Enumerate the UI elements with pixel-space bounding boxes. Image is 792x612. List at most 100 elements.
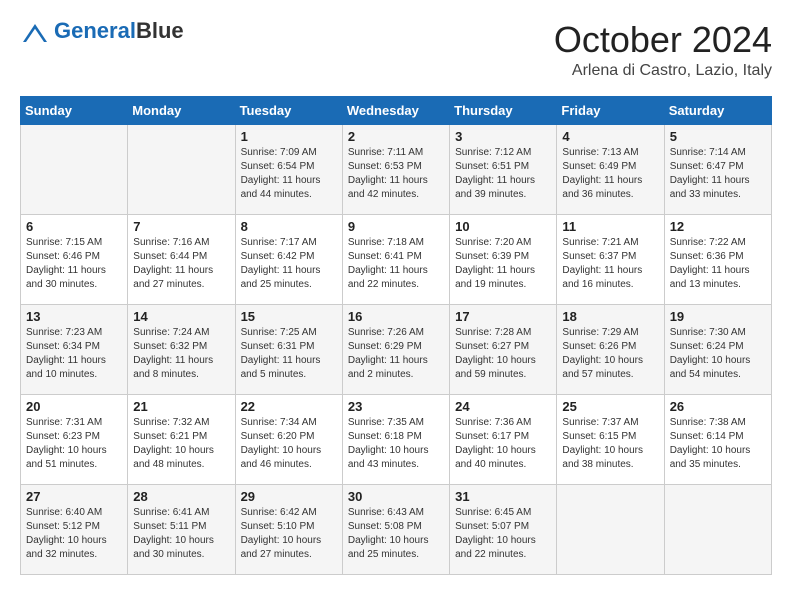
day-info: Sunrise: 7:15 AM Sunset: 6:46 PM Dayligh… [26, 236, 122, 292]
page-header: GeneralBlue October 2024 Arlena di Castr… [20, 20, 772, 80]
week-row-1: 1 Sunrise: 7:09 AM Sunset: 6:54 PM Daylig… [21, 124, 772, 214]
day-number: 28 [133, 489, 229, 504]
day-cell: 26 Sunrise: 7:38 AM Sunset: 6:14 PM Dayli… [664, 394, 771, 484]
day-cell: 4 Sunrise: 7:13 AM Sunset: 6:49 PM Daylig… [557, 124, 664, 214]
day-cell: 30 Sunrise: 6:43 AM Sunset: 5:08 PM Dayli… [342, 484, 449, 574]
day-info: Sunrise: 7:20 AM Sunset: 6:39 PM Dayligh… [455, 236, 551, 292]
week-row-5: 27 Sunrise: 6:40 AM Sunset: 5:12 PM Dayli… [21, 484, 772, 574]
day-cell: 11 Sunrise: 7:21 AM Sunset: 6:37 PM Dayli… [557, 214, 664, 304]
header-day-sunday: Sunday [21, 96, 128, 124]
day-info: Sunrise: 6:43 AM Sunset: 5:08 PM Dayligh… [348, 506, 444, 562]
day-cell: 31 Sunrise: 6:45 AM Sunset: 5:07 PM Dayli… [450, 484, 557, 574]
day-number: 15 [241, 309, 337, 324]
day-number: 27 [26, 489, 122, 504]
day-cell: 16 Sunrise: 7:26 AM Sunset: 6:29 PM Dayli… [342, 304, 449, 394]
day-info: Sunrise: 7:09 AM Sunset: 6:54 PM Dayligh… [241, 146, 337, 202]
day-cell: 18 Sunrise: 7:29 AM Sunset: 6:26 PM Dayli… [557, 304, 664, 394]
day-cell: 3Sunrise: 7:12 AM Sunset: 6:51 PM Daylig… [450, 124, 557, 214]
week-row-4: 20Sunrise: 7:31 AM Sunset: 6:23 PM Dayli… [21, 394, 772, 484]
day-number: 31 [455, 489, 551, 504]
day-number: 11 [562, 219, 658, 234]
day-info: Sunrise: 7:21 AM Sunset: 6:37 PM Dayligh… [562, 236, 658, 292]
logo-text: GeneralBlue [54, 18, 184, 43]
day-info: Sunrise: 7:29 AM Sunset: 6:26 PM Dayligh… [562, 326, 658, 382]
day-number: 20 [26, 399, 122, 414]
header-day-monday: Monday [128, 96, 235, 124]
day-cell: 17 Sunrise: 7:28 AM Sunset: 6:27 PM Dayli… [450, 304, 557, 394]
calendar-table: SundayMondayTuesdayWednesdayThursdayFrid… [20, 96, 772, 575]
day-info: Sunrise: 7:24 AM Sunset: 6:32 PM Dayligh… [133, 326, 229, 382]
day-number: 16 [348, 309, 444, 324]
day-number: 18 [562, 309, 658, 324]
day-number: 2 [348, 129, 444, 144]
day-cell [21, 124, 128, 214]
calendar-body: 1 Sunrise: 7:09 AM Sunset: 6:54 PM Daylig… [21, 124, 772, 574]
week-row-3: 13 Sunrise: 7:23 AM Sunset: 6:34 PM Dayli… [21, 304, 772, 394]
day-cell: 2 Sunrise: 7:11 AM Sunset: 6:53 PM Daylig… [342, 124, 449, 214]
day-number: 24 [455, 399, 551, 414]
day-info: Sunrise: 6:40 AM Sunset: 5:12 PM Dayligh… [26, 506, 122, 562]
day-cell: 14 Sunrise: 7:24 AM Sunset: 6:32 PM Dayli… [128, 304, 235, 394]
day-number: 14 [133, 309, 229, 324]
location-title: Arlena di Castro, Lazio, Italy [554, 62, 772, 80]
day-info: Sunrise: 7:17 AM Sunset: 6:42 PM Dayligh… [241, 236, 337, 292]
day-number: 6 [26, 219, 122, 234]
day-info: Sunrise: 7:16 AM Sunset: 6:44 PM Dayligh… [133, 236, 229, 292]
title-block: October 2024 Arlena di Castro, Lazio, It… [554, 20, 772, 80]
day-number: 4 [562, 129, 658, 144]
month-title: October 2024 [554, 20, 772, 60]
day-cell: 9Sunrise: 7:18 AM Sunset: 6:41 PM Daylig… [342, 214, 449, 304]
day-info: Sunrise: 7:35 AM Sunset: 6:18 PM Dayligh… [348, 416, 444, 472]
logo: GeneralBlue [20, 20, 184, 43]
header-row: SundayMondayTuesdayWednesdayThursdayFrid… [21, 96, 772, 124]
day-info: Sunrise: 7:36 AM Sunset: 6:17 PM Dayligh… [455, 416, 551, 472]
day-cell: 22 Sunrise: 7:34 AM Sunset: 6:20 PM Dayli… [235, 394, 342, 484]
day-info: Sunrise: 7:14 AM Sunset: 6:47 PM Dayligh… [670, 146, 766, 202]
day-cell: 20Sunrise: 7:31 AM Sunset: 6:23 PM Dayli… [21, 394, 128, 484]
day-cell: 1 Sunrise: 7:09 AM Sunset: 6:54 PM Daylig… [235, 124, 342, 214]
day-info: Sunrise: 7:37 AM Sunset: 6:15 PM Dayligh… [562, 416, 658, 472]
day-number: 17 [455, 309, 551, 324]
day-cell: 6 Sunrise: 7:15 AM Sunset: 6:46 PM Daylig… [21, 214, 128, 304]
day-number: 12 [670, 219, 766, 234]
day-number: 25 [562, 399, 658, 414]
day-cell: 24 Sunrise: 7:36 AM Sunset: 6:17 PM Dayli… [450, 394, 557, 484]
day-info: Sunrise: 7:30 AM Sunset: 6:24 PM Dayligh… [670, 326, 766, 382]
day-info: Sunrise: 7:23 AM Sunset: 6:34 PM Dayligh… [26, 326, 122, 382]
header-day-saturday: Saturday [664, 96, 771, 124]
day-cell: 25 Sunrise: 7:37 AM Sunset: 6:15 PM Dayli… [557, 394, 664, 484]
day-info: Sunrise: 7:13 AM Sunset: 6:49 PM Dayligh… [562, 146, 658, 202]
week-row-2: 6 Sunrise: 7:15 AM Sunset: 6:46 PM Daylig… [21, 214, 772, 304]
day-number: 26 [670, 399, 766, 414]
calendar-header: SundayMondayTuesdayWednesdayThursdayFrid… [21, 96, 772, 124]
day-number: 23 [348, 399, 444, 414]
day-cell: 29Sunrise: 6:42 AM Sunset: 5:10 PM Dayli… [235, 484, 342, 574]
day-info: Sunrise: 7:28 AM Sunset: 6:27 PM Dayligh… [455, 326, 551, 382]
day-info: Sunrise: 7:25 AM Sunset: 6:31 PM Dayligh… [241, 326, 337, 382]
day-cell: 5 Sunrise: 7:14 AM Sunset: 6:47 PM Daylig… [664, 124, 771, 214]
logo-icon [20, 24, 50, 42]
day-number: 19 [670, 309, 766, 324]
header-day-tuesday: Tuesday [235, 96, 342, 124]
day-info: Sunrise: 6:41 AM Sunset: 5:11 PM Dayligh… [133, 506, 229, 562]
day-cell [664, 484, 771, 574]
day-number: 1 [241, 129, 337, 144]
day-info: Sunrise: 7:34 AM Sunset: 6:20 PM Dayligh… [241, 416, 337, 472]
day-number: 13 [26, 309, 122, 324]
day-info: Sunrise: 7:12 AM Sunset: 6:51 PM Dayligh… [455, 146, 551, 202]
day-info: Sunrise: 7:38 AM Sunset: 6:14 PM Dayligh… [670, 416, 766, 472]
day-info: Sunrise: 7:11 AM Sunset: 6:53 PM Dayligh… [348, 146, 444, 202]
day-number: 30 [348, 489, 444, 504]
day-info: Sunrise: 6:45 AM Sunset: 5:07 PM Dayligh… [455, 506, 551, 562]
day-number: 22 [241, 399, 337, 414]
day-number: 9 [348, 219, 444, 234]
day-number: 7 [133, 219, 229, 234]
day-info: Sunrise: 6:42 AM Sunset: 5:10 PM Dayligh… [241, 506, 337, 562]
header-day-wednesday: Wednesday [342, 96, 449, 124]
day-number: 5 [670, 129, 766, 144]
day-number: 10 [455, 219, 551, 234]
day-cell: 10 Sunrise: 7:20 AM Sunset: 6:39 PM Dayli… [450, 214, 557, 304]
day-cell: 19 Sunrise: 7:30 AM Sunset: 6:24 PM Dayli… [664, 304, 771, 394]
day-info: Sunrise: 7:26 AM Sunset: 6:29 PM Dayligh… [348, 326, 444, 382]
day-cell [557, 484, 664, 574]
